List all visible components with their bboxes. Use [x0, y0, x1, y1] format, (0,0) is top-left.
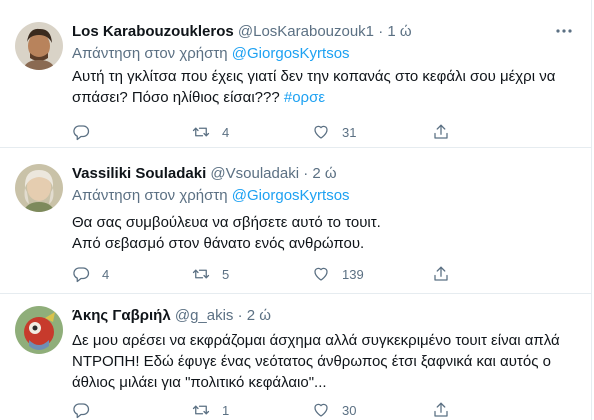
heart-icon — [314, 403, 328, 417]
tweet[interactable]: Άκης Γαβριήλ @g_akis · 2 ώ Δε μου αρέσει… — [0, 294, 591, 420]
share-icon — [434, 402, 448, 417]
tweet-text: Αυτή τη γκλίτσα που έχεις γιατί δεν την … — [72, 66, 577, 108]
share-button[interactable] — [432, 400, 450, 420]
reply-icon — [73, 125, 90, 141]
like-button[interactable]: 30 — [312, 400, 356, 420]
user-handle[interactable]: @g_akis — [175, 307, 234, 324]
retweet-count: 1 — [222, 402, 230, 418]
like-count: 139 — [342, 266, 364, 282]
tweet-text-line: Από σεβασμό στον θάνατο ενός ανθρώπου. — [72, 235, 365, 252]
like-count: 31 — [342, 124, 357, 140]
reply-context: Απάντηση στον χρήστη @GiorgosKyrtsos — [72, 186, 350, 206]
share-icon — [434, 124, 448, 139]
tweet-header: Los Karabouzoukleros @LosKarabouzouk1 · … — [72, 22, 581, 42]
like-button[interactable]: 139 — [312, 264, 364, 284]
user-handle[interactable]: @Vsouladaki — [210, 165, 299, 182]
separator-dot: · — [378, 23, 384, 40]
tweet-text-line: ΝΤΡΟΠΗ! Εδώ έφυγε ένας νεότατος άνθρωπος… — [72, 353, 551, 370]
display-name[interactable]: Άκης Γαβριήλ — [72, 307, 171, 324]
user-handle[interactable]: @LosKarabouzouk1 — [238, 23, 374, 40]
avatar[interactable] — [15, 306, 63, 354]
retweet-count: 5 — [222, 266, 230, 282]
avatar[interactable] — [15, 164, 63, 212]
tweet-text: Δε μου αρέσει να εκφράζομαι άσχημα αλλά … — [72, 330, 577, 393]
tweet-actions: 4 5 139 — [72, 264, 572, 284]
reply-icon — [73, 403, 90, 419]
tweet-text-line: σπάσει? Πόσο ηλίθιος είσαι??? #ορσε — [72, 87, 577, 108]
separator-dot: · — [237, 307, 243, 324]
reply-context: Απάντηση στον χρήστη @GiorgosKyrtsos — [72, 44, 350, 64]
retweet-count: 4 — [222, 124, 230, 140]
mention-link[interactable]: @GiorgosKyrtsos — [232, 45, 350, 62]
reply-icon — [73, 267, 90, 283]
tweet[interactable]: Vassiliki Souladaki @Vsouladaki · 2 ώ Απ… — [0, 148, 591, 294]
reply-prefix: Απάντηση στον χρήστη — [72, 45, 228, 62]
retweet-icon — [192, 269, 210, 279]
reply-feed: Los Karabouzoukleros @LosKarabouzouk1 · … — [0, 0, 592, 420]
tweet-text: Θα σας συμβούλευα να σβήσετε αυτό το του… — [72, 212, 577, 254]
mention-link[interactable]: @GiorgosKyrtsos — [232, 187, 350, 204]
tweet-text-line: Θα σας συμβούλευα να σβήσετε αυτό το του… — [72, 214, 381, 231]
tweet-header: Άκης Γαβριήλ @g_akis · 2 ώ — [72, 306, 581, 326]
timestamp[interactable]: 1 ώ — [387, 23, 411, 40]
separator-dot: · — [303, 165, 309, 182]
tweet-text-line: άθλιος μιλάει για "πολιτικό κεφάλαιο"... — [72, 374, 327, 391]
like-count: 30 — [342, 402, 357, 418]
more-icon[interactable] — [555, 22, 573, 46]
display-name[interactable]: Vassiliki Souladaki — [72, 165, 206, 182]
share-button[interactable] — [432, 122, 450, 142]
retweet-icon — [192, 127, 210, 137]
heart-icon — [314, 125, 328, 139]
retweet-button[interactable]: 1 — [192, 400, 229, 420]
reply-button[interactable] — [72, 400, 102, 420]
reply-prefix: Απάντηση στον χρήστη — [72, 187, 228, 204]
display-name[interactable]: Los Karabouzoukleros — [72, 23, 234, 40]
retweet-button[interactable]: 5 — [192, 264, 229, 284]
heart-icon — [314, 267, 328, 281]
share-button[interactable] — [432, 264, 450, 284]
tweet-text-line: Δε μου αρέσει να εκφράζομαι άσχημα αλλά … — [72, 332, 560, 349]
avatar[interactable] — [15, 22, 63, 70]
retweet-button[interactable]: 4 — [192, 122, 229, 142]
reply-count: 4 — [102, 266, 110, 282]
tweet-actions: 4 31 — [72, 122, 572, 142]
retweet-icon — [192, 405, 210, 415]
tweet-actions: 1 30 — [72, 400, 572, 420]
tweet-text-segment: σπάσει? Πόσο ηλίθιος είσαι??? — [72, 89, 280, 106]
share-icon — [434, 266, 448, 281]
timestamp[interactable]: 2 ώ — [247, 307, 271, 324]
reply-button[interactable]: 4 — [72, 264, 109, 284]
hashtag-link[interactable]: #ορσε — [284, 89, 325, 106]
reply-button[interactable] — [72, 122, 102, 142]
timestamp[interactable]: 2 ώ — [312, 165, 336, 182]
tweet[interactable]: Los Karabouzoukleros @LosKarabouzouk1 · … — [0, 0, 591, 148]
like-button[interactable]: 31 — [312, 122, 356, 142]
tweet-text-line: Αυτή τη γκλίτσα που έχεις γιατί δεν την … — [72, 68, 556, 85]
tweet-header: Vassiliki Souladaki @Vsouladaki · 2 ώ — [72, 164, 581, 184]
